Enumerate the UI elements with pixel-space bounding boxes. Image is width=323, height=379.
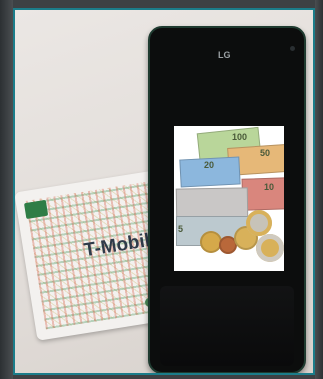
right-edge-shadow [315, 0, 323, 379]
smartphone: LG 100 50 20 10 5 [148, 26, 306, 373]
front-camera-icon [290, 46, 295, 51]
phone-brand-logo: LG [218, 50, 231, 60]
card-logo [23, 199, 49, 220]
left-edge-shadow [0, 0, 13, 379]
denomination-20: 20 [204, 160, 215, 170]
photo-frame: T-Mobili LG 100 50 20 10 5 [13, 8, 315, 375]
denomination-10: 10 [264, 182, 275, 192]
denomination-50: 50 [260, 148, 271, 158]
coin-icon [246, 210, 272, 236]
phone-screen: 100 50 20 10 5 [174, 126, 284, 271]
denomination-100: 100 [232, 132, 248, 142]
coin-icon [256, 234, 284, 262]
denomination-5: 5 [178, 224, 184, 234]
phone-lower-body [160, 286, 294, 366]
